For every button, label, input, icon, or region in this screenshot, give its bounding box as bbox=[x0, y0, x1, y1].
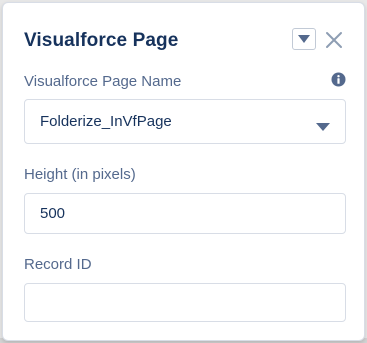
chevron-down-icon bbox=[298, 35, 310, 43]
page-name-select[interactable]: Folderize_InVfPage bbox=[24, 99, 346, 144]
page-name-label: Visualforce Page Name bbox=[24, 73, 182, 90]
height-value: 500 bbox=[40, 205, 66, 222]
height-label: Height (in pixels) bbox=[24, 166, 136, 183]
height-input[interactable]: 500 bbox=[24, 193, 346, 234]
panel-title: Visualforce Page bbox=[24, 30, 179, 51]
panel-menu-button[interactable] bbox=[292, 28, 316, 50]
close-button[interactable] bbox=[323, 29, 345, 51]
record-id-label: Record ID bbox=[24, 256, 92, 273]
chevron-down-icon bbox=[316, 123, 330, 131]
properties-panel: Visualforce Page Visualforce Page Name F… bbox=[2, 2, 365, 341]
page-name-value: Folderize_InVfPage bbox=[40, 113, 172, 130]
info-icon[interactable] bbox=[331, 72, 346, 87]
close-icon bbox=[326, 32, 342, 48]
record-id-input[interactable] bbox=[24, 283, 346, 322]
